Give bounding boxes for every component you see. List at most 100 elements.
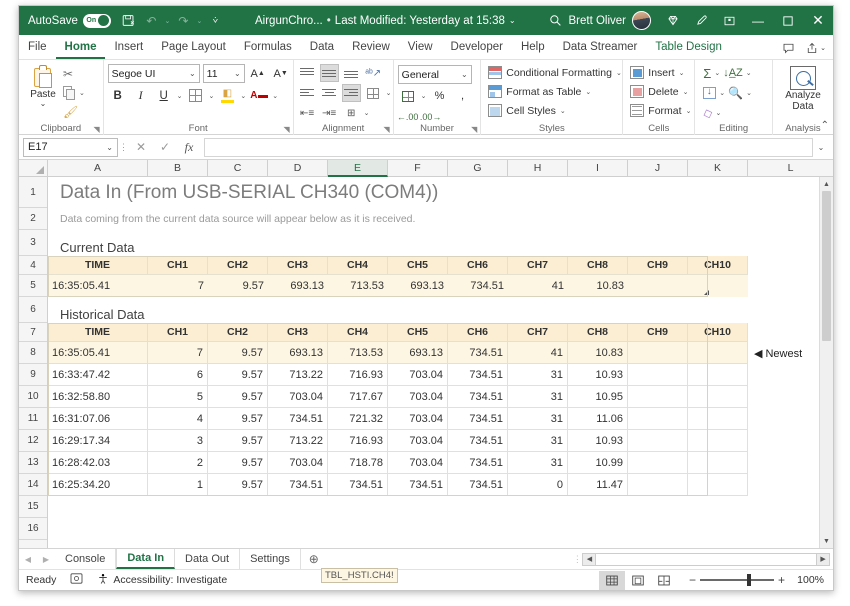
scroll-right-icon[interactable]: ▶: [817, 553, 830, 565]
hist-r1-ch1[interactable]: 7: [148, 342, 208, 364]
current-cell-ch8[interactable]: 10.83: [568, 275, 628, 297]
center-button[interactable]: [320, 84, 339, 102]
align-right-button[interactable]: [341, 84, 361, 102]
ink-pen-icon[interactable]: [687, 6, 715, 35]
hist-header-ch9[interactable]: CH9: [628, 323, 688, 342]
hist-r6-ch6[interactable]: 734.51: [448, 452, 508, 474]
hist-r6-ch1[interactable]: 2: [148, 452, 208, 474]
minimize-button[interactable]: —: [743, 6, 773, 35]
undo-dropdown-icon[interactable]: ⌄: [164, 10, 171, 31]
horizontal-scrollbar[interactable]: ◀ ▶: [582, 552, 831, 566]
zoom-slider-handle[interactable]: [747, 574, 751, 587]
vertical-scrollbar[interactable]: ▲ ▼: [819, 177, 833, 548]
format-cells-button[interactable]: Format ⌄: [630, 102, 691, 119]
comma-style-button[interactable]: ,: [453, 87, 473, 105]
hist-r6-ch4[interactable]: 718.78: [328, 452, 388, 474]
hist-r4-time[interactable]: 16:31:07.06: [48, 408, 148, 430]
row-header-11[interactable]: 11: [19, 408, 47, 430]
column-header-D[interactable]: D: [268, 160, 328, 176]
ribbon-tab-home[interactable]: Home: [55, 35, 106, 59]
ribbon-tab-file[interactable]: File: [19, 35, 56, 59]
hist-r7-ch8[interactable]: 11.47: [568, 474, 628, 496]
hist-r6-ch8[interactable]: 10.99: [568, 452, 628, 474]
hist-r6-ch9[interactable]: [628, 452, 688, 474]
hist-header-ch2[interactable]: CH2: [208, 323, 268, 342]
borders-button[interactable]: [186, 86, 206, 105]
current-header-ch9[interactable]: CH9: [628, 256, 688, 275]
current-header-time[interactable]: TIME: [48, 256, 148, 275]
microsoft-rewards-icon[interactable]: [659, 6, 687, 35]
row-header-13[interactable]: 13: [19, 452, 47, 474]
user-name-label[interactable]: Brett Oliver: [568, 15, 626, 27]
hist-r4-ch2[interactable]: 9.57: [208, 408, 268, 430]
row-header-14[interactable]: 14: [19, 474, 47, 496]
zoom-level-label[interactable]: 100%: [789, 574, 833, 586]
hist-r3-time[interactable]: 16:32:58.80: [48, 386, 148, 408]
column-header-L[interactable]: L: [748, 160, 833, 176]
hist-r4-ch9[interactable]: [628, 408, 688, 430]
hist-r7-ch2[interactable]: 9.57: [208, 474, 268, 496]
hist-r2-ch4[interactable]: 716.93: [328, 364, 388, 386]
merge-center-chevron-down-icon[interactable]: ⌄: [364, 109, 370, 117]
hist-r1-ch9[interactable]: [628, 342, 688, 364]
hist-header-ch7[interactable]: CH7: [508, 323, 568, 342]
align-left-button[interactable]: [298, 84, 317, 102]
row-header-1[interactable]: 1: [19, 177, 47, 208]
add-sheet-button[interactable]: ⊕: [301, 552, 327, 566]
hist-r1-ch10[interactable]: [688, 342, 748, 364]
hist-r2-ch1[interactable]: 6: [148, 364, 208, 386]
hist-r6-ch2[interactable]: 9.57: [208, 452, 268, 474]
current-header-ch3[interactable]: CH3: [268, 256, 328, 275]
hist-r2-ch7[interactable]: 31: [508, 364, 568, 386]
column-header-I[interactable]: I: [568, 160, 628, 176]
accounting-chevron-down-icon[interactable]: ⌄: [421, 92, 427, 100]
hist-r5-ch9[interactable]: [628, 430, 688, 452]
current-header-ch10[interactable]: CH10: [688, 256, 748, 275]
ribbon-tab-data-streamer[interactable]: Data Streamer: [554, 35, 647, 59]
hist-r2-ch9[interactable]: [628, 364, 688, 386]
sheet-title[interactable]: Data In (From USB-SERIAL CH340 (COM4)): [48, 177, 808, 208]
cut-button[interactable]: ✂: [63, 65, 85, 83]
hist-header-ch6[interactable]: CH6: [448, 323, 508, 342]
current-cell-ch4[interactable]: 713.53: [328, 275, 388, 297]
hist-header-ch3[interactable]: CH3: [268, 323, 328, 342]
hist-r7-ch3[interactable]: 734.51: [268, 474, 328, 496]
hist-r5-ch10[interactable]: [688, 430, 748, 452]
accounting-format-button[interactable]: [398, 87, 418, 105]
column-header-K[interactable]: K: [688, 160, 748, 176]
hist-header-ch8[interactable]: CH8: [568, 323, 628, 342]
fill-color-button[interactable]: ◧: [217, 86, 237, 105]
italic-button[interactable]: I: [131, 86, 151, 105]
row-header-5[interactable]: 5: [19, 275, 47, 297]
hist-r3-ch1[interactable]: 5: [148, 386, 208, 408]
bold-button[interactable]: B: [108, 86, 128, 105]
hist-r5-time[interactable]: 16:29:17.34: [48, 430, 148, 452]
middle-align-button[interactable]: [319, 64, 339, 82]
hist-r6-ch3[interactable]: 703.04: [268, 452, 328, 474]
row-header-10[interactable]: 10: [19, 386, 47, 408]
fill-chevron-down-icon[interactable]: ⌄: [719, 89, 725, 97]
clipboard-dialog-launcher[interactable]: ◥: [94, 125, 100, 134]
current-header-ch4[interactable]: CH4: [328, 256, 388, 275]
hist-r7-ch4[interactable]: 734.51: [328, 474, 388, 496]
orientation-button[interactable]: ᵃᵇ↗: [364, 64, 383, 82]
name-box[interactable]: E17 ⌄: [23, 137, 118, 157]
borders-chevron-down-icon[interactable]: ⌄: [209, 92, 215, 100]
page-layout-view-button[interactable]: [625, 571, 651, 590]
current-cell-ch6[interactable]: 734.51: [448, 275, 508, 297]
share-icon[interactable]: ⌄: [801, 37, 831, 58]
row-header-9[interactable]: 9: [19, 364, 47, 386]
current-header-ch7[interactable]: CH7: [508, 256, 568, 275]
title-chevron-down-icon[interactable]: ⌄: [509, 16, 516, 25]
current-header-ch2[interactable]: CH2: [208, 256, 268, 275]
insert-function-button[interactable]: fx: [177, 137, 201, 158]
row-header-4[interactable]: 4: [19, 256, 47, 275]
hist-r2-ch5[interactable]: 703.04: [388, 364, 448, 386]
hist-r3-ch4[interactable]: 717.67: [328, 386, 388, 408]
percent-style-button[interactable]: %: [430, 87, 450, 105]
hist-r3-ch7[interactable]: 31: [508, 386, 568, 408]
row-header-15[interactable]: 15: [19, 496, 47, 518]
zoom-out-button[interactable]: −: [685, 573, 700, 587]
hist-r4-ch3[interactable]: 734.51: [268, 408, 328, 430]
format-as-table-button[interactable]: Format as Table ⌄: [488, 83, 591, 100]
